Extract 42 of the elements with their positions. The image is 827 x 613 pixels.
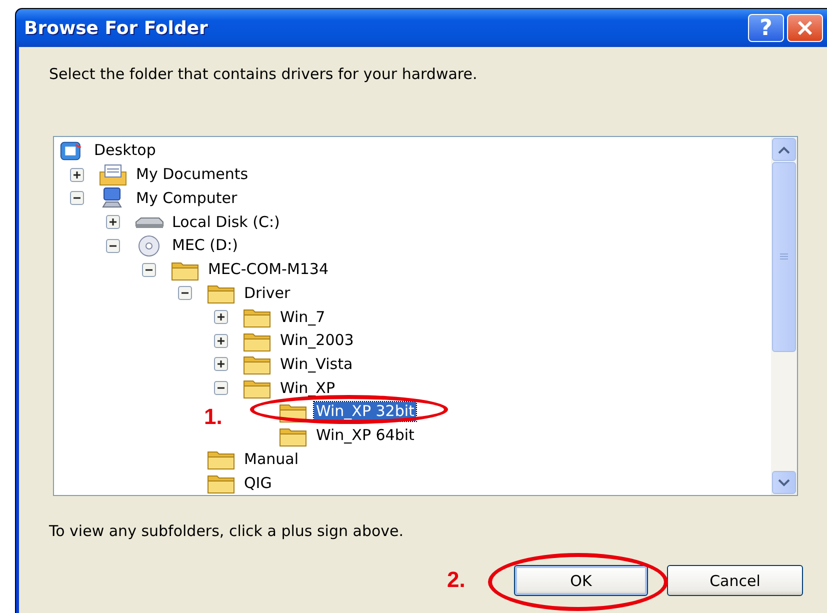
step-number: 2. [447,567,466,593]
folder-label[interactable]: MEC (D:) [170,236,240,256]
scrollbar[interactable] [771,137,797,495]
folder-label[interactable]: Manual [242,450,301,469]
folder-label[interactable]: My Documents [134,165,250,184]
expand-icon[interactable] [106,215,120,230]
scroll-up-icon [778,146,790,154]
close-button[interactable] [787,14,823,42]
collapse-icon[interactable] [214,381,228,396]
window-title: Browse For Folder [24,18,209,38]
folder-label[interactable]: QIG [242,474,274,493]
folder-label[interactable]: MEC-COM-M134 [206,260,331,280]
scroll-down-icon [778,478,790,486]
collapse-icon[interactable] [106,238,120,253]
folder-label[interactable]: Local Disk (C:) [170,212,282,232]
step-number: 1. [204,404,222,430]
documents-icon [98,164,128,186]
folder-label[interactable]: Win_7 [278,308,328,326]
close-icon [796,19,814,37]
collapse-icon[interactable] [142,262,156,277]
expand-icon[interactable] [214,310,228,324]
scroll-down-button[interactable] [772,471,796,494]
scroll-thumb[interactable] [772,162,796,352]
folder-label[interactable]: Driver [242,284,292,303]
instruction-text: Select the folder that contains drivers for your hardware. [49,65,478,83]
expand-icon[interactable] [70,168,84,182]
folder-label[interactable]: Win_XP 32bit [314,402,416,422]
folder-label[interactable]: Win_2003 [278,331,356,350]
expand-icon[interactable] [214,334,228,348]
scroll-up-button[interactable] [772,138,796,161]
folder-label[interactable]: Desktop [92,141,158,160]
collapse-icon[interactable] [178,286,192,300]
folder-label[interactable]: My Computer [134,188,240,208]
cancel-button[interactable]: Cancel [667,565,803,596]
expand-icon[interactable] [214,357,228,372]
folder-label[interactable]: Win_Vista [278,354,355,374]
ok-button[interactable]: OK [514,565,648,596]
hint-text: To view any subfolders, click a plus sign above. [49,522,405,540]
folder-label[interactable]: Win_XP 64bit [314,426,416,446]
folder-label[interactable]: Win_XP [278,378,337,398]
collapse-icon[interactable] [70,191,84,206]
grip-icon [780,253,788,261]
